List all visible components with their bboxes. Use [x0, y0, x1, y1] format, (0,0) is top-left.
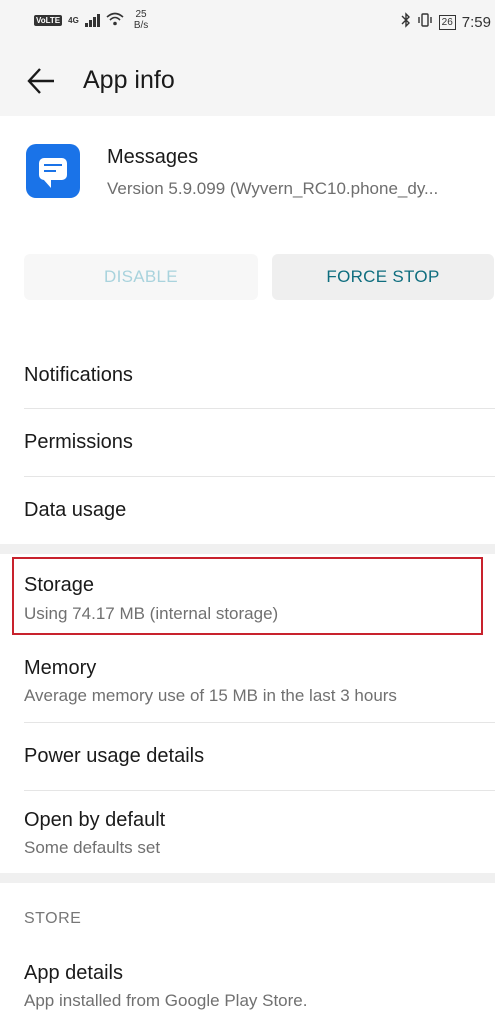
app-name: Messages [107, 146, 199, 168]
notifications-label: Notifications [24, 364, 133, 386]
vibrate-icon [417, 13, 433, 31]
wifi-icon [106, 12, 124, 29]
speed-value: 25 [135, 9, 147, 20]
status-right: 26 7:59 [401, 12, 491, 32]
open-by-default-summary: Some defaults set [24, 838, 161, 857]
section-separator [0, 544, 495, 554]
bluetooth-icon [401, 12, 411, 32]
open-by-default-label: Open by default [24, 809, 166, 831]
app-details-item[interactable]: App details App installed from Google Pl… [0, 944, 495, 1024]
disable-button[interactable]: DISABLE [24, 254, 258, 300]
signal-icon [84, 13, 100, 27]
app-version: Version 5.9.099 (Wyvern_RC10.phone_dy... [107, 179, 439, 198]
data-usage-label: Data usage [24, 499, 127, 521]
power-usage-label: Power usage details [24, 745, 205, 767]
data-usage-item[interactable]: Data usage [0, 477, 495, 544]
app-details-label: App details [24, 962, 123, 984]
volte-badge: VoLTE [34, 14, 63, 26]
chat-bubble-icon [39, 158, 67, 188]
speed-unit: B/s [133, 20, 149, 31]
open-by-default-item[interactable]: Open by default Some defaults set [0, 791, 495, 873]
back-arrow-icon[interactable] [26, 66, 56, 96]
highlight-box [12, 557, 483, 635]
clock: 7:59 [461, 13, 491, 31]
status-left: VoLTE 4G 25 B/s [34, 9, 148, 31]
section-separator [0, 873, 495, 883]
app-summary: Messages Version 5.9.099 (Wyvern_RC10.ph… [0, 116, 495, 246]
messages-app-icon [26, 144, 80, 198]
status-bar: VoLTE 4G 25 B/s 26 7:59 [0, 0, 495, 44]
page-title: App info [83, 66, 175, 94]
app-bar: App info [0, 44, 495, 116]
notifications-item[interactable]: Notifications [0, 342, 495, 408]
memory-item[interactable]: Memory Average memory use of 15 MB in th… [0, 640, 495, 722]
network-speed: 25 B/s [134, 9, 148, 31]
force-stop-button[interactable]: FORCE STOP [272, 254, 494, 300]
permissions-item[interactable]: Permissions [0, 409, 495, 476]
memory-label: Memory [24, 657, 97, 679]
memory-summary: Average memory use of 15 MB in the last … [24, 686, 397, 705]
battery-indicator: 26 [438, 14, 456, 30]
power-usage-item[interactable]: Power usage details [0, 723, 495, 790]
network-type: 4G [68, 15, 79, 25]
app-details-summary: App installed from Google Play Store. [24, 991, 308, 1010]
store-section-header: STORE [24, 910, 82, 927]
permissions-label: Permissions [24, 431, 133, 453]
